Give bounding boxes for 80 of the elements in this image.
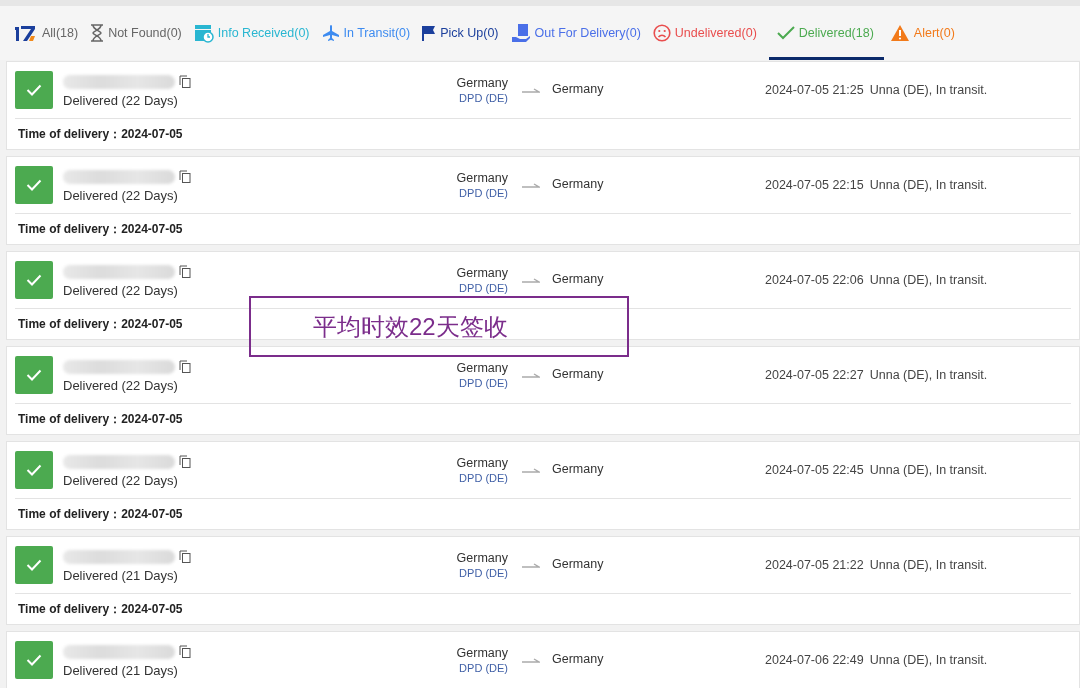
destination-country: Germany	[552, 557, 604, 571]
carrier-name: DPD (DE)	[459, 567, 508, 579]
event-time: 2024-07-05 22:06	[765, 273, 864, 287]
event-description: Unna (DE), In transit.	[869, 178, 988, 192]
checkmark-icon	[26, 369, 42, 381]
copy-icon[interactable]	[179, 550, 191, 563]
copy-icon[interactable]	[179, 265, 191, 278]
copy-icon[interactable]	[179, 645, 191, 658]
package-hand-icon	[510, 23, 531, 43]
delivery-status: Delivered (21 Days)	[63, 662, 179, 678]
flag-icon	[422, 25, 437, 41]
delivery-time: Time of delivery：2024-07-05	[18, 410, 183, 428]
copy-icon[interactable]	[179, 170, 191, 183]
status-tab[interactable]: Alert(0)	[889, 6, 961, 60]
calendar-clock-icon	[193, 23, 214, 43]
origin-country: Germany	[456, 266, 508, 280]
delivery-status: Delivered (22 Days)	[63, 377, 179, 393]
delivery-time: Time of delivery：2024-07-05	[18, 315, 183, 333]
event-description: Unna (DE), In transit.	[869, 368, 988, 382]
carrier-name: DPD (DE)	[459, 282, 508, 294]
origin-country: Germany	[456, 361, 508, 375]
delivery-time: Time of delivery：2024-07-05	[18, 505, 183, 523]
delivery-time: Time of delivery：2024-07-05	[18, 220, 183, 238]
hourglass-icon	[90, 24, 105, 42]
checkmark-icon	[26, 274, 42, 286]
checkmark-icon	[26, 654, 42, 666]
status-tab[interactable]: Info Received(0)	[193, 6, 316, 60]
carrier-name: DPD (DE)	[459, 472, 508, 484]
origin-country: Germany	[456, 646, 508, 660]
status-tab[interactable]: Undelivered(0)	[652, 6, 763, 60]
delivery-status: Delivered (22 Days)	[63, 187, 179, 203]
destination-country: Germany	[552, 652, 604, 666]
checkmark-icon	[26, 464, 42, 476]
event-time: 2024-07-05 21:25	[765, 83, 864, 97]
carrier-name: DPD (DE)	[459, 662, 508, 674]
airplane-icon	[321, 24, 340, 42]
destination-country: Germany	[552, 177, 604, 191]
status-tab[interactable]: Out For Delivery(0)	[510, 6, 647, 60]
event-time: 2024-07-05 22:27	[765, 368, 864, 382]
annotation-box: 平均时效22天签收	[249, 296, 629, 357]
delivery-time: Time of delivery：2024-07-05	[18, 600, 183, 618]
event-description: Unna (DE), In transit.	[869, 653, 988, 667]
origin-country: Germany	[456, 76, 508, 90]
event-time: 2024-07-06 22:49	[765, 653, 864, 667]
copy-icon[interactable]	[179, 75, 191, 88]
checkmark-icon	[26, 559, 42, 571]
status-tab[interactable]: All(18)	[14, 6, 85, 60]
checkmark-icon	[776, 26, 795, 40]
delivery-time: Time of delivery：2024-07-05	[18, 125, 183, 143]
origin-country: Germany	[456, 551, 508, 565]
destination-country: Germany	[552, 462, 604, 476]
delivery-status: Delivered (22 Days)	[63, 472, 179, 488]
destination-country: Germany	[552, 367, 604, 381]
origin-country: Germany	[456, 456, 508, 470]
event-description: Unna (DE), In transit.	[869, 273, 988, 287]
event-description: Unna (DE), In transit.	[869, 463, 988, 477]
event-description: Unna (DE), In transit.	[869, 83, 988, 97]
copy-icon[interactable]	[179, 455, 191, 468]
warning-icon	[889, 24, 910, 42]
carrier-name: DPD (DE)	[459, 377, 508, 389]
carrier-name: DPD (DE)	[459, 187, 508, 199]
event-time: 2024-07-05 21:22	[765, 558, 864, 572]
delivery-status: Delivered (22 Days)	[63, 92, 179, 108]
destination-country: Germany	[552, 272, 604, 286]
event-description: Unna (DE), In transit.	[869, 558, 988, 572]
checkmark-icon	[26, 84, 42, 96]
origin-country: Germany	[456, 171, 508, 185]
status-tab[interactable]: Pick Up(0)	[422, 6, 505, 60]
brand-logo-icon	[14, 24, 38, 42]
event-time: 2024-07-05 22:45	[765, 463, 864, 477]
delivery-status: Delivered (22 Days)	[63, 282, 179, 298]
status-tab[interactable]: Not Found(0)	[90, 6, 188, 60]
delivery-status: Delivered (21 Days)	[63, 567, 179, 583]
destination-country: Germany	[552, 82, 604, 96]
status-tab[interactable]: In Transit(0)	[321, 6, 417, 60]
sad-face-icon	[652, 24, 671, 42]
copy-icon[interactable]	[179, 360, 191, 373]
checkmark-icon	[26, 179, 42, 191]
carrier-name: DPD (DE)	[459, 92, 508, 104]
event-time: 2024-07-05 22:15	[765, 178, 864, 192]
